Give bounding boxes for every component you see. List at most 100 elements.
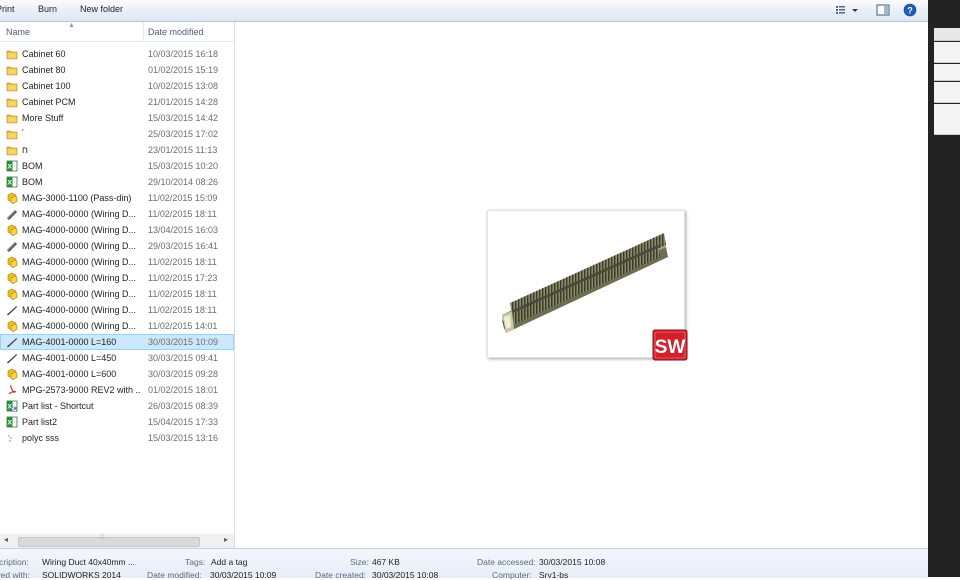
tags-value[interactable]: Add a tag	[211, 557, 247, 567]
file-date-modified: 30/03/2015 09:28	[148, 369, 219, 379]
file-name: polyc sss	[22, 433, 60, 443]
file-name: MAG-4000-0000 (Wiring D...	[22, 257, 137, 267]
date-created-label: Date created:	[315, 570, 367, 580]
column-header-date-modified[interactable]: Date modified	[148, 27, 204, 37]
file-date-modified: 11/02/2015 18:11	[148, 257, 217, 267]
file-row[interactable]: MAG-4000-0000 (Wiring D... 11/02/2015 18:…	[0, 254, 234, 270]
file-date-modified: 29/10/2014 08:26	[148, 177, 219, 187]
excel-file-icon: X	[6, 160, 18, 172]
preview-pane-icon[interactable]	[876, 3, 890, 19]
file-date-modified: 15/03/2015 13:16	[148, 433, 219, 443]
file-name: MAG-4001-0000 L=450	[22, 353, 117, 363]
new-folder-button[interactable]: New folder	[80, 4, 123, 14]
burn-button[interactable]: Burn	[38, 4, 57, 14]
date-accessed-value: 30/03/2015 10:08	[539, 557, 606, 567]
solidworks-assembly-icon	[6, 192, 18, 204]
file-row[interactable]: Cabinet 60 10/03/2015 16:18	[0, 46, 234, 62]
description-value[interactable]: Wiring Duct 40x40mm ...	[42, 557, 135, 567]
solidworks-part-icon	[6, 240, 18, 252]
file-name: Part list - Shortcut	[22, 401, 94, 411]
folder-icon	[6, 112, 18, 124]
file-date-modified: 26/03/2015 08:39	[148, 401, 219, 411]
solidworks-assembly-icon	[6, 256, 18, 268]
saved-with-label: Saved with:	[0, 570, 30, 580]
file-row[interactable]: MAG-4000-0000 (Wiring D... 11/02/2015 18:…	[0, 206, 234, 222]
solidworks-assembly-icon	[6, 320, 18, 332]
file-row[interactable]: Cabinet 100 10/02/2015 13:08	[0, 78, 234, 94]
file-date-modified: 10/03/2015 16:18	[148, 49, 219, 59]
column-header-name[interactable]: Name	[6, 27, 30, 37]
file-name: BOM	[22, 161, 43, 171]
file-row[interactable]: MAG-4000-0000 (Wiring D... 11/02/2015 18:…	[0, 302, 234, 318]
file-row[interactable]: MAG-4000-0000 (Wiring D... 13/04/2015 16:…	[0, 222, 234, 238]
file-row[interactable]: MAG-4000-0000 (Wiring D... 11/02/2015 14:…	[0, 318, 234, 334]
file-date-modified: 11/02/2015 18:11	[148, 305, 217, 315]
folder-icon	[6, 48, 18, 60]
file-row[interactable]: polyc sss 15/03/2015 13:16	[0, 430, 234, 446]
file-row[interactable]: X BOM 15/03/2015 10:20	[0, 158, 234, 174]
scroll-left-icon[interactable]: ◂	[4, 535, 8, 544]
background-window-panel	[934, 64, 960, 81]
description-label: Description:	[0, 557, 29, 567]
file-date-modified: 01/02/2015 18:01	[148, 385, 219, 395]
file-row[interactable]: MAG-4001-0000 L=450 30/03/2015 09:41	[0, 350, 234, 366]
date-modified-label: Date modified:	[147, 570, 202, 580]
file-date-modified: 11/02/2015 18:11	[148, 289, 217, 299]
command-bar: Print Burn New folder ?	[0, 0, 928, 22]
file-row[interactable]: ח 23/01/2015 11:13	[0, 142, 234, 158]
svg-text:?: ?	[907, 6, 913, 16]
svg-text:X: X	[8, 420, 13, 427]
file-name: MAG-4000-0000 (Wiring D...	[22, 273, 137, 283]
scroll-right-icon[interactable]: ▸	[224, 535, 228, 544]
file-name: More Stuff	[22, 113, 64, 123]
file-name: MAG-4000-0000 (Wiring D...	[22, 305, 137, 315]
folder-icon	[6, 64, 18, 76]
help-icon[interactable]: ?	[903, 3, 917, 19]
file-row[interactable]: X BOM 29/10/2014 08:26	[0, 174, 234, 190]
solidworks-assembly-icon	[6, 272, 18, 284]
file-row[interactable]: More Stuff 15/03/2015 14:42	[0, 110, 234, 126]
file-row[interactable]: MAG-3000-1100 (Pass-din) 11/02/2015 15:09	[0, 190, 234, 206]
file-row[interactable]: MAG-4001-0000 L=160 30/03/2015 10:09	[0, 334, 234, 350]
file-name: MAG-4000-0000 (Wiring D...	[22, 209, 137, 219]
saved-with-value: SOLIDWORKS 2014	[42, 570, 121, 580]
file-date-modified: 29/03/2015 16:41	[148, 241, 219, 251]
file-name: Part list2	[22, 417, 58, 427]
background-window-panel	[934, 28, 960, 41]
print-button[interactable]: Print	[0, 4, 15, 14]
file-list-pane: ▲ Name Date modified Cabinet 60 10/03/201…	[0, 22, 235, 548]
file-date-modified: 21/01/2015 14:28	[148, 97, 219, 107]
redaction-mask	[32, 128, 136, 140]
details-view-icon[interactable]	[835, 3, 859, 19]
size-value: 467 KB	[372, 557, 400, 567]
solidworks-assembly-icon	[6, 368, 18, 380]
file-row[interactable]: MAG-4000-0000 (Wiring D... 11/02/2015 17:…	[0, 270, 234, 286]
folder-icon	[6, 96, 18, 108]
file-row[interactable]: Cabinet PCM 21/01/2015 14:28	[0, 94, 234, 110]
column-divider[interactable]	[143, 22, 144, 41]
file-name: MAG-4000-0000 (Wiring D...	[22, 225, 137, 235]
generic-file-icon	[6, 432, 18, 444]
file-name: MAG-4000-0000 (Wiring D...	[22, 241, 137, 251]
computer-value: Srv1-bs	[539, 570, 569, 580]
date-modified-value: 30/03/2015 10:09	[210, 570, 277, 580]
pdf-file-icon	[6, 384, 18, 396]
file-row[interactable]: Cabinet 80 01/02/2015 15:19	[0, 62, 234, 78]
file-row[interactable]: MAG-4001-0000 L=600 30/03/2015 09:28	[0, 366, 234, 382]
scrollbar-thumb[interactable]	[18, 537, 200, 547]
file-date-modified: 23/01/2015 11:13	[148, 145, 218, 155]
horizontal-scrollbar[interactable]: ◂ ⦙⦙⦙ ▸	[0, 534, 234, 548]
file-row[interactable]: ﬞ25/03/2015 17:02	[0, 126, 234, 142]
details-pane: Description: Wiring Duct 40x40mm ... Sav…	[0, 548, 928, 580]
file-row[interactable]: X Part list2 15/04/2015 17:33	[0, 414, 234, 430]
file-row[interactable]: MAG-4000-0000 (Wiring D... 11/02/2015 18:…	[0, 286, 234, 302]
solidworks-part-icon	[6, 304, 18, 316]
file-name: Cabinet 80	[22, 65, 66, 75]
file-row[interactable]: MPG-2573-9000 REV2 with ... 01/02/2015 18…	[0, 382, 234, 398]
file-row[interactable]: MAG-4000-0000 (Wiring D... 29/03/2015 16:…	[0, 238, 234, 254]
file-date-modified: 30/03/2015 10:09	[148, 337, 219, 347]
file-row[interactable]: X Part list - Shortcut 26/03/2015 08:39	[0, 398, 234, 414]
solidworks-part-icon	[6, 208, 18, 220]
date-accessed-label: Date accessed:	[477, 557, 536, 567]
folder-icon	[6, 80, 18, 92]
